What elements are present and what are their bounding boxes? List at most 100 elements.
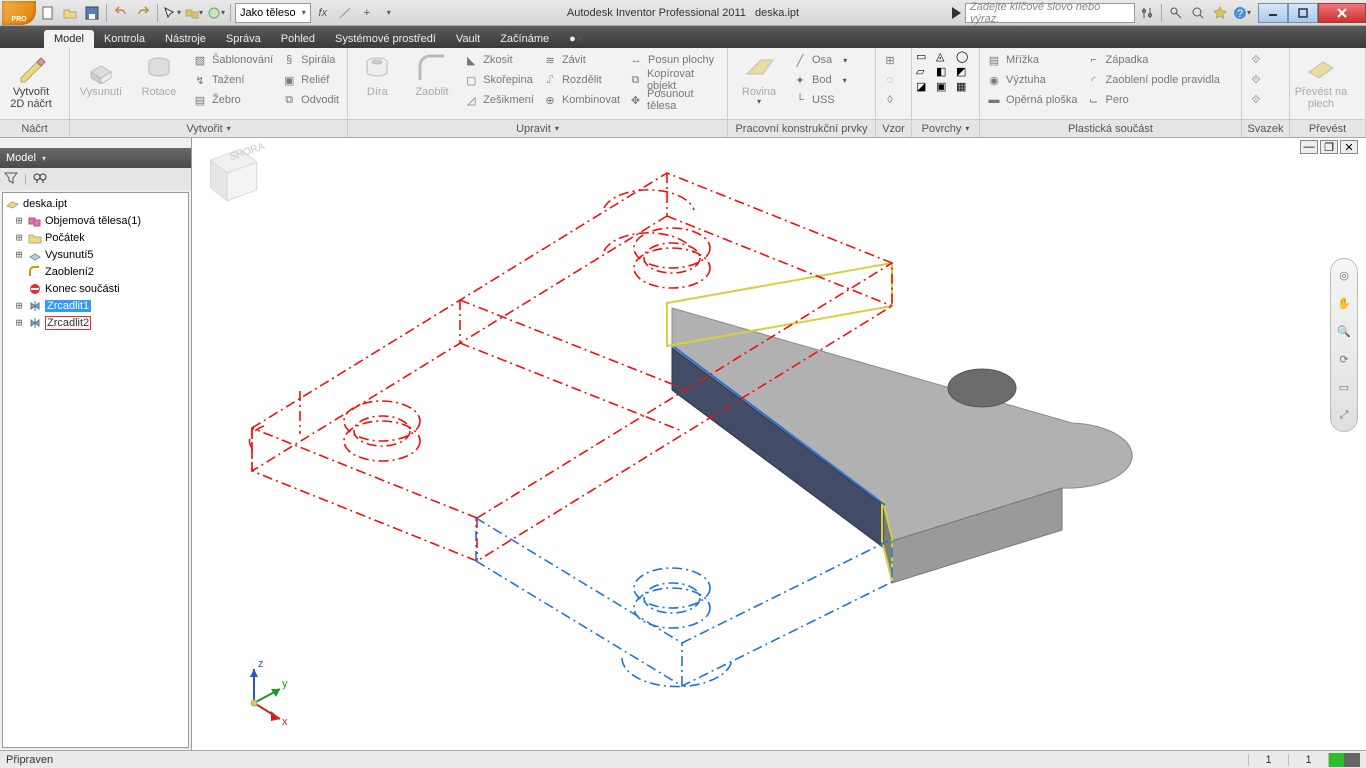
rib-button[interactable]: ▤Žebro — [190, 90, 275, 110]
surf-icon[interactable]: ◬ — [936, 50, 954, 63]
infocenter-search-icon[interactable] — [1188, 3, 1208, 23]
mirror-button[interactable]: ◊ — [880, 90, 900, 110]
status-chip-gray[interactable] — [1344, 753, 1360, 767]
tree-expander[interactable]: ⊞ — [13, 299, 25, 312]
grill-button[interactable]: ▤Mřížka — [984, 50, 1080, 70]
extrude-button[interactable]: Vysunutí — [74, 50, 128, 98]
copyobj-button[interactable]: ⧉Kopírovat objekt — [626, 70, 723, 90]
qat-undo-icon[interactable] — [111, 3, 131, 23]
surf-icon[interactable]: ▭ — [916, 50, 934, 63]
tree-root[interactable]: deska.ipt — [3, 195, 188, 212]
thread-button[interactable]: ≋Závit — [540, 50, 622, 70]
fillet-button[interactable]: Zaoblit — [407, 50, 458, 98]
browser-tree[interactable]: deska.ipt ⊞Objemová tělesa(1)⊞Počátek⊞Vy… — [2, 192, 189, 748]
surf-icon[interactable]: ◯ — [956, 50, 974, 63]
tab-inspect[interactable]: Kontrola — [94, 30, 155, 48]
nav-pan-icon[interactable]: ✋ — [1334, 293, 1354, 313]
filter-icon[interactable] — [4, 171, 18, 188]
tab-online[interactable]: ● ▾ — [559, 30, 593, 48]
sweep-button[interactable]: ↯Tažení — [190, 70, 275, 90]
tab-vault[interactable]: Vault — [446, 30, 490, 48]
maximize-button[interactable] — [1288, 3, 1318, 23]
rulefillet-button[interactable]: ◜Zaoblení podle pravidla — [1084, 70, 1222, 90]
shell-button[interactable]: ▢Skořepina — [461, 70, 536, 90]
ucs-button[interactable]: └USS — [790, 90, 849, 110]
harness-btn2[interactable]: ⟐ — [1246, 70, 1266, 90]
browser-close-icon[interactable]: ✕ — [181, 138, 189, 141]
viewcube[interactable]: SHORA — [192, 138, 266, 212]
qat-save-icon[interactable] — [82, 3, 102, 23]
create-2d-sketch-button[interactable]: Vytvořit 2D náčrt — [4, 50, 58, 110]
tree-node[interactable]: ⊞Zrcadlit1 — [3, 297, 188, 314]
chamfer-button[interactable]: ◣Zkosit — [461, 50, 536, 70]
axis-button[interactable]: ╱Osa ▾ — [790, 50, 849, 70]
tree-node[interactable]: ⊞Objemová tělesa(1) — [3, 212, 188, 229]
rest-button[interactable]: ▬Opěrná ploška — [984, 90, 1080, 110]
nav-home-icon[interactable]: ◎ — [1334, 265, 1354, 285]
status-chip-green[interactable] — [1328, 753, 1344, 767]
circ-pattern-button[interactable]: ◌ — [880, 70, 900, 90]
tree-node[interactable]: ⊞Zrcadlit2 — [3, 314, 188, 331]
harness-btn3[interactable]: ⟐ — [1246, 90, 1266, 110]
point-button[interactable]: ✦Bod ▾ — [790, 70, 849, 90]
coil-button[interactable]: §Spirála — [279, 50, 341, 70]
qat-add-icon[interactable]: + — [357, 3, 377, 23]
snap-button[interactable]: ⌐Západka — [1084, 50, 1222, 70]
nav-fullnav-icon[interactable]: ⤢ — [1334, 405, 1354, 425]
fx-button[interactable]: fx — [313, 3, 333, 23]
infocenter-star-icon[interactable] — [1210, 3, 1230, 23]
minimize-button[interactable] — [1258, 3, 1288, 23]
graphics-canvas[interactable]: — ❐ ✕ — [192, 138, 1366, 750]
nav-lookat-icon[interactable]: ▭ — [1334, 377, 1354, 397]
split-button[interactable]: ⑀Rozdělit — [540, 70, 622, 90]
qat-select-icon[interactable]: ▾ — [162, 3, 182, 23]
tree-expander[interactable]: ⊞ — [13, 248, 25, 261]
app-menu-button[interactable]: PRO — [2, 1, 36, 25]
revolve-button[interactable]: Rotace — [132, 50, 186, 98]
hole-button[interactable]: Díra — [352, 50, 403, 98]
surf-icon[interactable]: ▱ — [916, 65, 934, 78]
tab-model[interactable]: Model — [44, 30, 94, 48]
infocenter-key-icon[interactable] — [1166, 3, 1186, 23]
surf-icon[interactable]: ◩ — [956, 65, 974, 78]
tab-env[interactable]: Systémové prostředí — [325, 30, 446, 48]
boss-button[interactable]: ◉Výztuha — [984, 70, 1080, 90]
rect-pattern-button[interactable]: ⊞ — [880, 50, 900, 70]
style-combo[interactable]: Jako těleso ▾ — [235, 3, 311, 23]
surf-icon[interactable]: ◧ — [936, 65, 954, 78]
draft-button[interactable]: ◿Zešikmení — [461, 90, 536, 110]
lip-button[interactable]: ⌙Pero — [1084, 90, 1222, 110]
qat-redo-icon[interactable] — [133, 3, 153, 23]
harness-btn1[interactable]: ⟐ — [1246, 50, 1266, 70]
tab-getstarted[interactable]: Začínáme — [490, 30, 559, 48]
convert-sheetmetal-button[interactable]: Převést na plech — [1294, 50, 1348, 110]
browser-header[interactable]: Model▾ — [0, 148, 191, 168]
nav-orbit-icon[interactable]: ⟳ — [1334, 349, 1354, 369]
qat-open-icon[interactable] — [60, 3, 80, 23]
moveface-button[interactable]: ↔Posun plochy — [626, 50, 723, 70]
movebodies-button[interactable]: ✥Posunout tělesa — [626, 90, 723, 110]
tree-expander[interactable]: ⊞ — [13, 231, 25, 244]
emboss-button[interactable]: ▣Reliéf — [279, 70, 341, 90]
qat-new-icon[interactable] — [38, 3, 58, 23]
tree-node[interactable]: ⊞Vysunutí5 — [3, 246, 188, 263]
tab-tools[interactable]: Nástroje — [155, 30, 216, 48]
close-button[interactable] — [1318, 3, 1366, 23]
search-trigger-icon[interactable] — [952, 7, 961, 19]
derive-button[interactable]: ⧉Odvodit — [279, 90, 341, 110]
qat-line-icon[interactable] — [335, 3, 355, 23]
find-icon[interactable] — [33, 171, 47, 188]
infocenter-help-icon[interactable]: ?▾ — [1232, 3, 1252, 23]
combine-button[interactable]: ⊕Kombinovat — [540, 90, 622, 110]
surf-icon[interactable]: ◪ — [916, 80, 934, 93]
tree-node[interactable]: Zaoblení2 — [3, 263, 188, 280]
tab-manage[interactable]: Správa — [216, 30, 271, 48]
plane-button[interactable]: Rovina▾ — [732, 50, 786, 107]
tree-expander[interactable]: ⊞ — [13, 214, 25, 227]
nav-zoom-icon[interactable]: 🔍 — [1334, 321, 1354, 341]
qat-material-icon[interactable]: ▾ — [206, 3, 226, 23]
tree-expander[interactable]: ⊞ — [13, 316, 25, 329]
qat-overflow[interactable]: ▾ — [379, 3, 399, 23]
search-input[interactable]: Zadejte klíčové slovo nebo výraz. — [965, 3, 1135, 23]
tab-view[interactable]: Pohled — [271, 30, 325, 48]
